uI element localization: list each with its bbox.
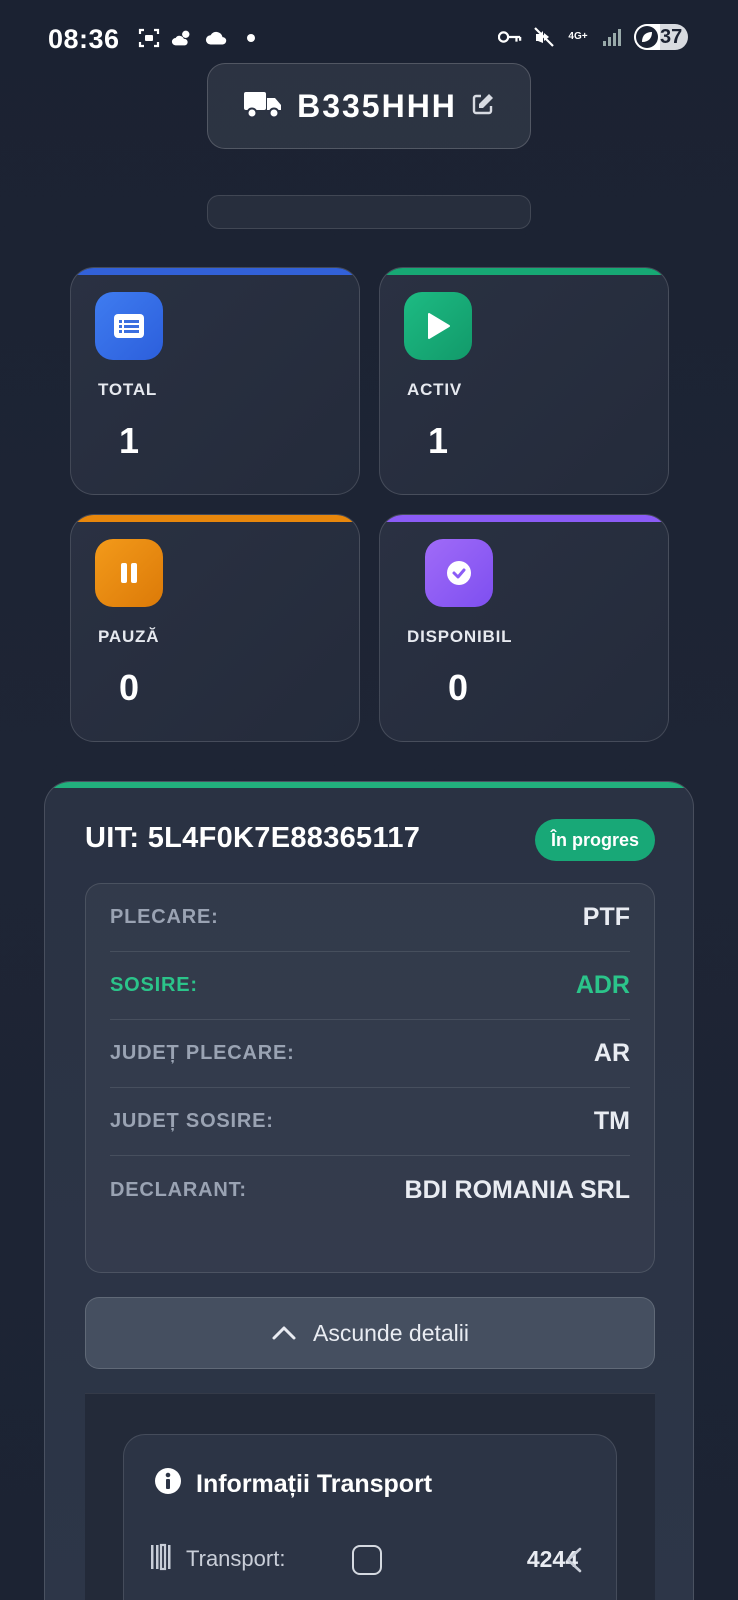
weather-icon [171, 26, 195, 50]
detail-key: SOSIRE: [110, 974, 198, 996]
transport-info-header: Informații Transport [154, 1467, 432, 1502]
stat-value: 0 [119, 667, 140, 708]
detail-key: JUDEȚ PLECARE: [110, 1042, 295, 1064]
pause-icon [95, 539, 163, 607]
card-accent-bar [45, 782, 693, 788]
chevron-up-icon [271, 1320, 297, 1347]
edit-icon[interactable] [471, 92, 495, 121]
transport-row: Transport: 4244 [148, 1539, 588, 1579]
stat-value: 0 [448, 667, 469, 708]
detail-key: JUDEȚ SOSIRE: [110, 1110, 274, 1132]
status-time: 08:36 [48, 24, 120, 54]
back-icon[interactable] [564, 1545, 584, 1580]
card-accent-bar [380, 515, 668, 522]
detail-value: AR [593, 1039, 630, 1067]
play-icon [404, 292, 472, 360]
square-icon[interactable] [352, 1545, 382, 1575]
stat-card-pause[interactable]: PAUZĂ 0 [70, 514, 360, 742]
system-icons: 4G+ 37 [498, 24, 688, 50]
card-accent-bar [71, 268, 359, 275]
detail-value: ADR [575, 971, 630, 999]
stat-card-available[interactable]: DISPONIBIL 0 [379, 514, 669, 742]
hide-details-label: Ascunde detalii [313, 1319, 469, 1346]
detail-value: TM [593, 1107, 630, 1135]
uit-title: UIT: 5L4F0K7E88365117 [85, 822, 421, 854]
cloud-icon [205, 26, 229, 50]
stat-card-active[interactable]: ACTIV 1 [379, 267, 669, 495]
network-type: 4G+ [568, 31, 588, 42]
card-accent-bar [380, 268, 668, 275]
stat-value: 1 [119, 420, 140, 461]
signal-icon [600, 25, 624, 49]
card-accent-bar [71, 515, 359, 522]
vehicle-plate: B335HHH [297, 87, 457, 124]
notification-icons [137, 26, 255, 50]
list-icon [95, 292, 163, 360]
detail-row-departure-county: JUDEȚ PLECARE: AR [110, 1020, 630, 1088]
detail-key: DECLARANT: [110, 1178, 247, 1201]
mute-icon [532, 25, 556, 49]
detail-row-arrival-county: JUDEȚ SOSIRE: TM [110, 1088, 630, 1156]
detail-row-arrival: SOSIRE: ADR [110, 952, 630, 1020]
detail-row-declarant: DECLARANT: BDI ROMANIA SRL [110, 1156, 630, 1224]
stat-value: 1 [428, 420, 449, 461]
detail-value: PTF [582, 903, 630, 931]
stat-label: TOTAL [98, 380, 158, 399]
info-icon [154, 1467, 182, 1502]
battery-saver-icon [636, 26, 658, 48]
hide-details-button[interactable]: Ascunde detalii [85, 1297, 655, 1369]
stat-label: ACTIV [407, 380, 462, 399]
truck-icon [243, 88, 283, 125]
notification-dot [247, 34, 255, 42]
subheader-field [207, 195, 531, 229]
detail-row-departure: PLECARE: PTF [110, 884, 630, 952]
screenshot-icon [137, 26, 161, 50]
uit-card: UIT: 5L4F0K7E88365117 În progres PLECARE… [44, 781, 694, 1600]
transport-label: Transport: [186, 1546, 286, 1571]
check-circle-icon [425, 539, 493, 607]
battery-level: 37 [660, 25, 683, 48]
battery-indicator: 37 [634, 24, 688, 50]
status-badge: În progres [534, 819, 655, 861]
detail-key: PLECARE: [110, 906, 219, 928]
transport-info-card: Informații Transport Transport: 4244 [123, 1434, 617, 1600]
expanded-area: Informații Transport Transport: 4244 [85, 1393, 655, 1600]
transport-info-title: Informații Transport [196, 1470, 433, 1498]
barcode-icon [148, 1542, 178, 1577]
uit-details: PLECARE: PTF SOSIRE: ADR JUDEȚ PLECARE: … [85, 883, 655, 1273]
stat-label: DISPONIBIL [407, 627, 513, 646]
stat-label: PAUZĂ [98, 627, 160, 646]
key-icon [498, 25, 522, 49]
stat-card-total[interactable]: TOTAL 1 [70, 267, 360, 495]
vehicle-selector[interactable]: B335HHH [207, 63, 531, 149]
detail-value: BDI ROMANIA SRL [404, 1175, 630, 1204]
